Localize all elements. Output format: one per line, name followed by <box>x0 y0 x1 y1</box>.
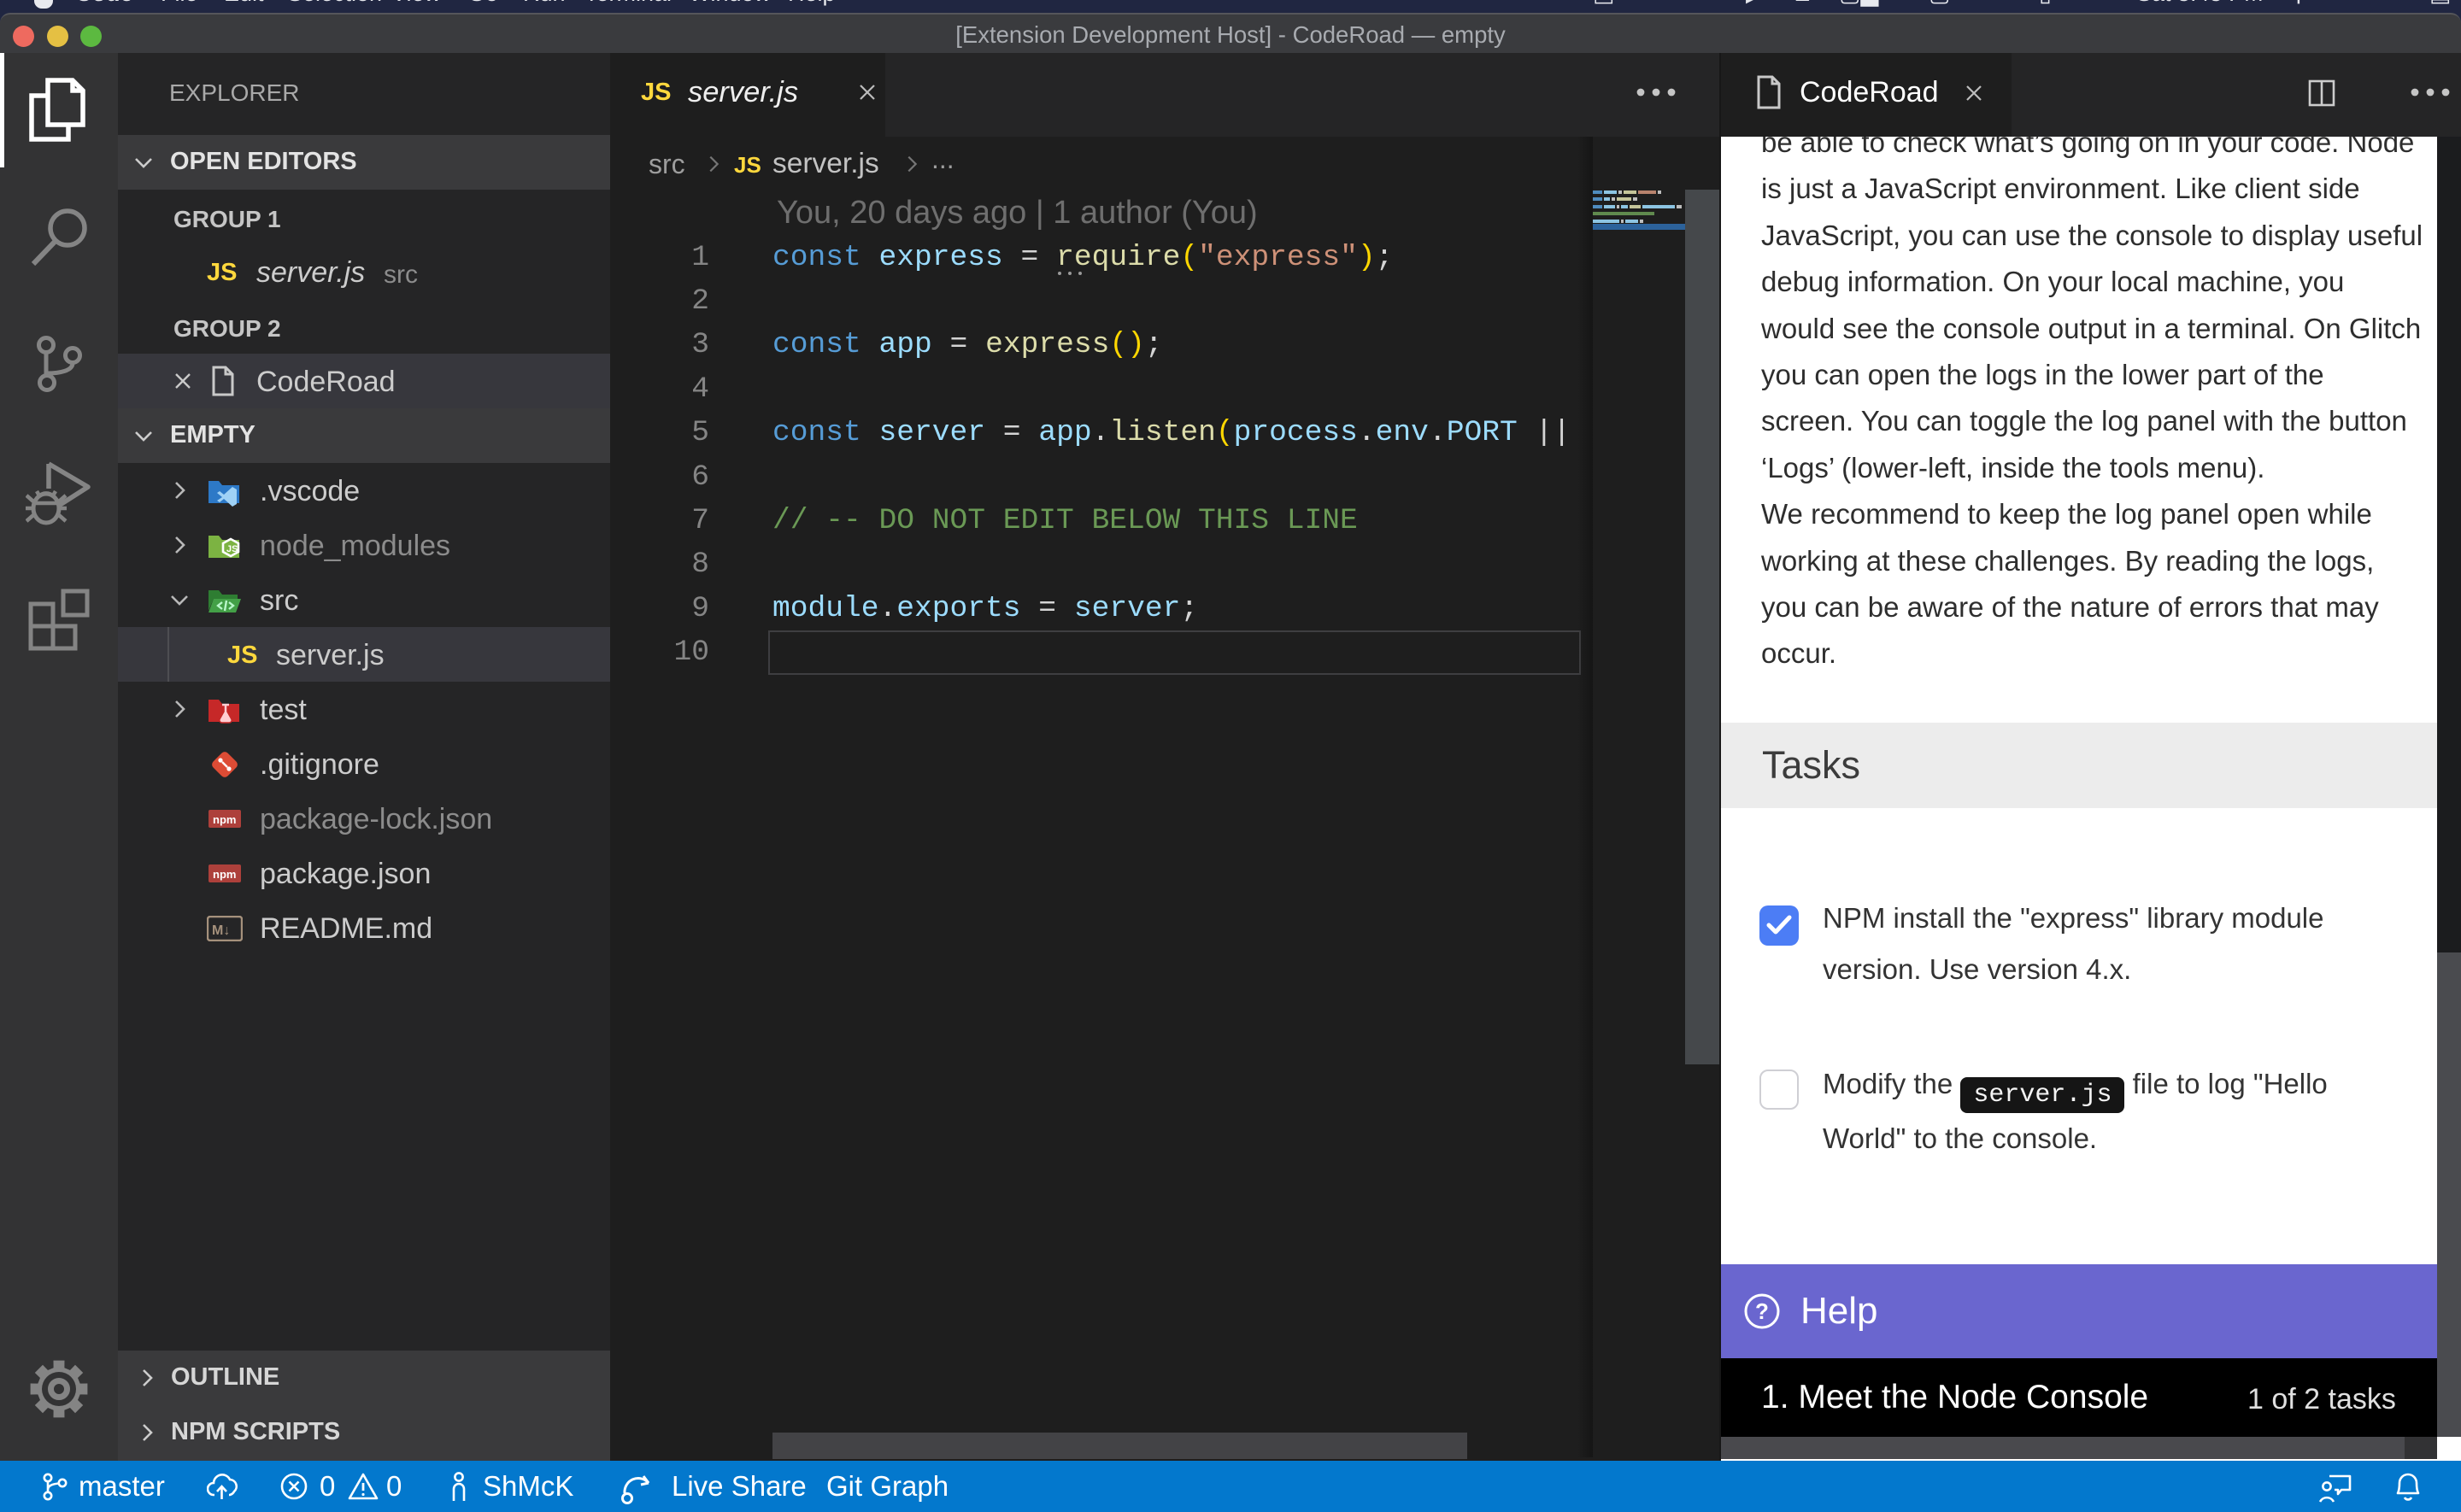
svg-text:npm: npm <box>213 813 236 826</box>
svg-text:?: ? <box>1755 1298 1769 1324</box>
svg-text:JS: JS <box>226 544 238 554</box>
svg-text:npm: npm <box>213 868 236 881</box>
svg-text:M↓: M↓ <box>212 923 230 938</box>
